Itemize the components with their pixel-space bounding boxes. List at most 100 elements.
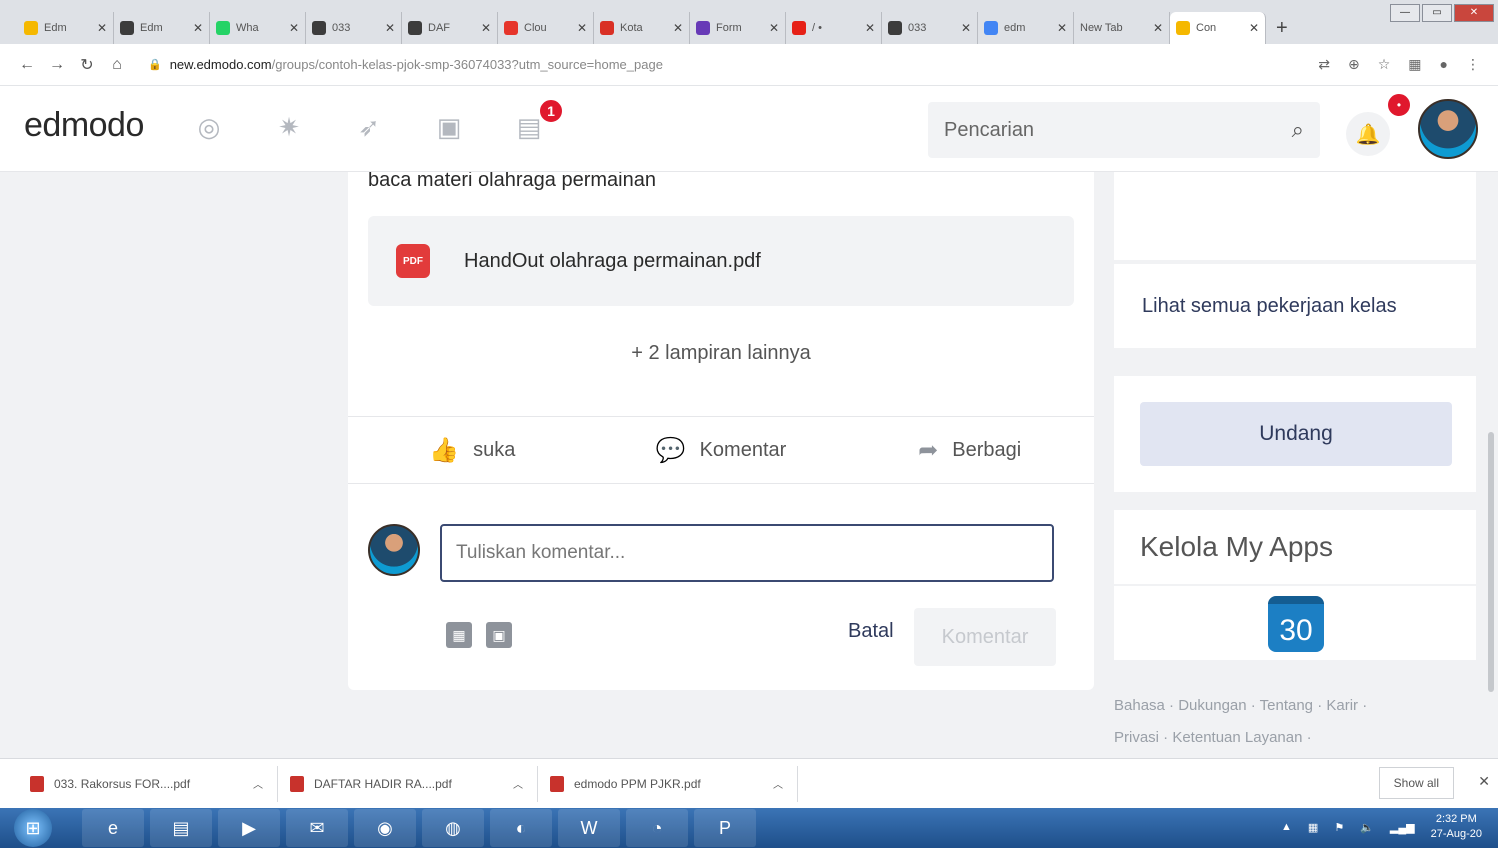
invite-button[interactable]: Undang	[1140, 402, 1452, 466]
new-tab-button[interactable]: +	[1266, 17, 1298, 44]
tab-close-icon[interactable]: ✕	[1057, 21, 1067, 35]
browser-tab[interactable]: Edm ✕	[18, 12, 114, 44]
tab-close-icon[interactable]: ✕	[289, 21, 299, 35]
browser-tab[interactable]: edm ✕	[978, 12, 1074, 44]
main-content: baca materi olahraga permainan PDF HandO…	[0, 172, 1498, 758]
see-all-classwork-link[interactable]: Lihat semua pekerjaan kelas	[1114, 264, 1476, 348]
flag-icon[interactable]: ⚑	[1334, 821, 1344, 834]
tab-close-icon[interactable]: ✕	[769, 21, 779, 35]
comment-icon: 💬	[655, 436, 686, 464]
tab-close-icon[interactable]: ✕	[481, 21, 491, 35]
download-item[interactable]: 033. Rakorsus FOR....pdf ︿	[30, 765, 278, 802]
translate-icon[interactable]: ⇄	[1318, 56, 1330, 73]
clock-date: 27-Aug-20	[1430, 828, 1482, 840]
tab-close-icon[interactable]: ✕	[97, 21, 107, 35]
word-icon[interactable]: W	[558, 809, 620, 847]
discover-icon[interactable]: ◎	[194, 112, 224, 143]
address-bar: ← → ↻ ⌂ 🔒 new.edmodo.com/groups/contoh-k…	[0, 44, 1498, 86]
chrome-icon[interactable]: ◉	[354, 809, 416, 847]
notification-bell-icon[interactable]: 🔔	[1346, 112, 1390, 156]
browser-tab[interactable]: Form ✕	[690, 12, 786, 44]
firefox-icon[interactable]: ◐	[490, 809, 552, 847]
download-item[interactable]: DAFTAR HADIR RA....pdf ︿	[290, 765, 538, 802]
messages-icon[interactable]: ▤ 1	[514, 98, 564, 143]
spotlight-icon[interactable]: ✷	[274, 112, 304, 143]
bookmark-star-icon[interactable]: ☆	[1378, 56, 1391, 73]
network-icon[interactable]: ▦	[1308, 821, 1318, 834]
extension-icon[interactable]: ▦	[1408, 56, 1421, 73]
reload-icon[interactable]: ↻	[72, 55, 102, 75]
tab-close-icon[interactable]: ✕	[1249, 21, 1259, 35]
cancel-button[interactable]: Batal	[848, 620, 894, 643]
tab-close-icon[interactable]: ✕	[385, 21, 395, 35]
more-attachments-link[interactable]: + 2 lampiran lainnya	[348, 342, 1094, 365]
image-icon[interactable]: ▦	[446, 622, 472, 648]
page-scrollbar[interactable]	[1488, 432, 1494, 692]
browser-tab[interactable]: New Tab ✕	[1074, 12, 1170, 44]
browser-tab[interactable]: Edm ✕	[114, 12, 210, 44]
browser-tab-active[interactable]: Con ✕	[1170, 12, 1266, 44]
profile-icon[interactable]: ●	[1440, 56, 1448, 73]
browser-tab[interactable]: DAF ✕	[402, 12, 498, 44]
rocket-icon[interactable]: ➶	[354, 112, 384, 143]
tab-close-icon[interactable]: ✕	[961, 21, 971, 35]
minimize-icon[interactable]: —	[1390, 4, 1420, 22]
avatar[interactable]	[1418, 99, 1478, 159]
zoom-icon[interactable]: ⊕	[1348, 56, 1360, 73]
main-nav: ◎ ✷ ➶ ▣ ▤ 1	[194, 98, 564, 143]
powerpoint-icon[interactable]: P	[694, 809, 756, 847]
browser-tab[interactable]: / • ✕	[786, 12, 882, 44]
home-icon[interactable]: ⌂	[102, 56, 132, 74]
calendar-app-icon[interactable]: 30	[1268, 596, 1324, 652]
tab-favicon-icon	[216, 21, 230, 35]
manage-apps-title[interactable]: Kelola My Apps	[1114, 510, 1476, 584]
comment-button[interactable]: 💬 Komentar	[597, 417, 846, 483]
tab-close-icon[interactable]: ✕	[673, 21, 683, 35]
clock[interactable]: 2:32 PM 27-Aug-20	[1431, 812, 1482, 842]
chevron-up-icon[interactable]: ︿	[773, 776, 797, 791]
search-icon[interactable]: ⌕	[1292, 117, 1304, 143]
footer-links-line[interactable]: Bahasa · Dukungan · Tentang · Karir ·	[1114, 690, 1476, 722]
download-item[interactable]: edmodo PPM PJKR.pdf ︿	[550, 765, 798, 802]
submit-comment-button[interactable]: Komentar	[914, 608, 1056, 666]
comment-input[interactable]	[440, 524, 1054, 582]
camera-app-icon[interactable]: ◍	[422, 809, 484, 847]
edmodo-logo[interactable]: edmodo	[24, 106, 144, 145]
browser-tab[interactable]: 033 ✕	[306, 12, 402, 44]
ie-icon[interactable]: e	[82, 809, 144, 847]
tab-close-icon[interactable]: ✕	[1153, 21, 1163, 35]
folder-icon[interactable]: ▣	[486, 622, 512, 648]
explorer-icon[interactable]: ▤	[150, 809, 212, 847]
signal-icon[interactable]: ▂▄▆	[1390, 821, 1415, 834]
attachment-item[interactable]: PDF HandOut olahraga permainan.pdf	[368, 216, 1074, 306]
show-all-downloads-button[interactable]: Show all	[1378, 767, 1454, 799]
close-window-icon[interactable]: ✕	[1454, 4, 1494, 22]
tab-close-icon[interactable]: ✕	[577, 21, 587, 35]
menu-kebab-icon[interactable]: ⋮	[1466, 56, 1480, 73]
mail-icon[interactable]: ✉	[286, 809, 348, 847]
tab-favicon-icon	[1176, 21, 1190, 35]
browser-tab[interactable]: Wha ✕	[210, 12, 306, 44]
footer-links-line[interactable]: Privasi · Ketentuan Layanan ·	[1114, 722, 1476, 754]
url-field[interactable]: 🔒 new.edmodo.com/groups/contoh-kelas-pjo…	[148, 57, 1318, 72]
tab-close-icon[interactable]: ✕	[865, 21, 875, 35]
volume-icon[interactable]: 🔈	[1360, 821, 1374, 834]
back-icon[interactable]: ←	[12, 56, 42, 74]
share-button[interactable]: ➦ Berbagi	[845, 417, 1094, 483]
close-icon[interactable]: ✕	[1478, 773, 1490, 790]
media-player-icon[interactable]: ▶	[218, 809, 280, 847]
maximize-icon[interactable]: ▭	[1422, 4, 1452, 22]
like-button[interactable]: 👍 suka	[348, 417, 597, 483]
tab-close-icon[interactable]: ✕	[193, 21, 203, 35]
start-button[interactable]: ⊞	[14, 809, 52, 847]
app-icon[interactable]: ◔	[626, 809, 688, 847]
chevron-up-icon[interactable]: ︿	[513, 776, 537, 791]
forward-icon[interactable]: →	[42, 56, 72, 74]
browser-tab[interactable]: 033 ✕	[882, 12, 978, 44]
folder-icon[interactable]: ▣	[434, 112, 464, 143]
browser-tab[interactable]: Kota ✕	[594, 12, 690, 44]
search-input[interactable]	[944, 118, 1292, 142]
tray-arrow-icon[interactable]: ▲	[1281, 821, 1292, 833]
browser-tab[interactable]: Clou ✕	[498, 12, 594, 44]
chevron-up-icon[interactable]: ︿	[253, 776, 277, 791]
